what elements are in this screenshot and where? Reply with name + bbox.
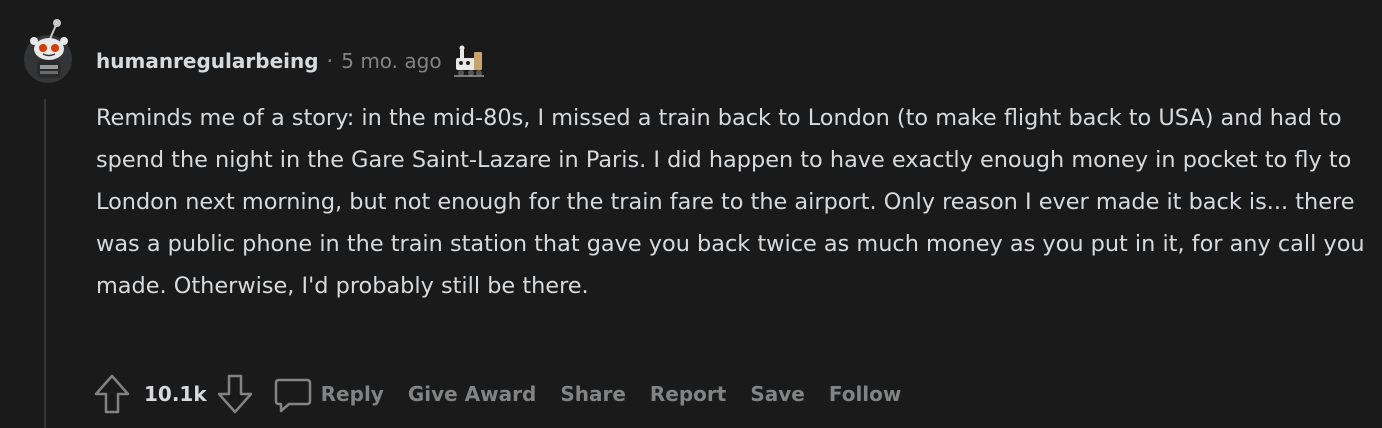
separator-dot: · [326, 49, 334, 73]
report-button[interactable]: Report [638, 372, 738, 416]
user-avatar[interactable] [20, 17, 80, 87]
comment-paragraph: Reminds me of a story: in the mid-80s, I… [96, 105, 1365, 299]
give-award-button[interactable]: Give Award [396, 372, 548, 416]
comment-actions: 10.1k Reply Give Award Share Report Save… [90, 372, 913, 416]
upvote-button[interactable] [90, 372, 134, 416]
reply-label[interactable]: Reply [313, 372, 396, 416]
comment-header: humanregularbeing · 5 mo. ago [96, 45, 486, 77]
train-flair-icon [452, 44, 486, 78]
downvote-button[interactable] [213, 372, 257, 416]
vote-score: 10.1k [144, 382, 207, 406]
share-button[interactable]: Share [548, 372, 638, 416]
comment-bubble-icon [274, 378, 311, 413]
upvote-arrow-icon [94, 374, 130, 414]
snoo-avatar-icon [24, 19, 72, 83]
reply-button[interactable]: Reply [273, 372, 396, 416]
username-link[interactable]: humanregularbeing [96, 49, 319, 73]
comment-container: humanregularbeing · 5 mo. ago Reminds me… [0, 0, 1382, 428]
comment-body: Reminds me of a story: in the mid-80s, I… [96, 97, 1366, 307]
timestamp-link[interactable]: 5 mo. ago [341, 49, 441, 73]
thread-line[interactable] [44, 99, 46, 428]
downvote-arrow-icon [217, 374, 252, 414]
follow-button[interactable]: Follow [817, 372, 914, 416]
save-button[interactable]: Save [738, 372, 817, 416]
